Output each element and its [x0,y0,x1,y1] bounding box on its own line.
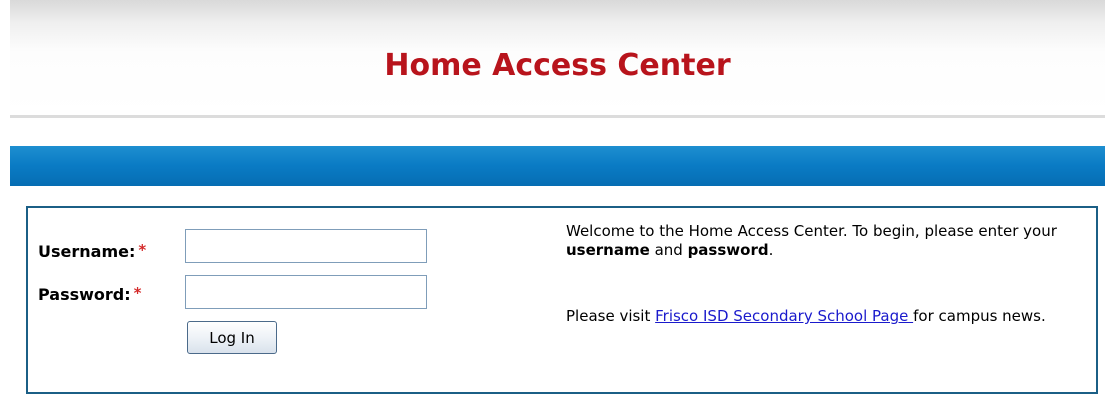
visit-message: Please visit Frisco ISD Secondary School… [566,306,1066,326]
password-label: Password: * [38,284,142,304]
header-divider [10,115,1105,118]
school-page-link[interactable]: Frisco ISD Secondary School Page [655,307,913,325]
login-button[interactable]: Log In [187,321,277,354]
password-required-marker: * [133,284,142,302]
page-header: Home Access Center [10,0,1105,115]
visit-text-start: Please visit [566,307,656,325]
blue-banner-bar [10,146,1105,186]
welcome-text-and: and [649,241,688,259]
visit-text-end: for campus news. [913,307,1046,325]
username-input[interactable] [185,229,427,263]
username-label: Username: * [38,241,147,261]
welcome-username-word: username [566,241,650,259]
page-title: Home Access Center [384,48,731,83]
password-input[interactable] [185,275,427,309]
username-label-text: Username: [38,242,136,261]
login-panel: Username: * Password: * Log In Welcome to … [26,206,1098,394]
welcome-message: Welcome to the Home Access Center. To be… [566,222,1096,260]
welcome-password-word: password [687,241,769,259]
welcome-text-end: . [768,241,774,259]
password-label-text: Password: [38,285,131,304]
username-required-marker: * [138,241,147,259]
welcome-text-start: Welcome to the Home Access Center. To be… [566,222,1057,240]
